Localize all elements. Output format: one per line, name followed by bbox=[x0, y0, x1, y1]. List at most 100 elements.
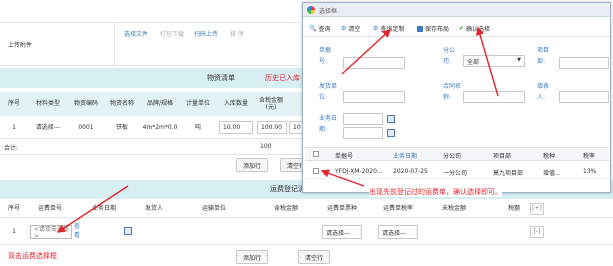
shipper-label: 发货单位: bbox=[319, 83, 338, 101]
bizdate-end-input[interactable] bbox=[343, 127, 383, 139]
row-bizdate: 2020-07-25 bbox=[393, 168, 428, 175]
freight-clear-rows-button[interactable]: 清空行 bbox=[298, 250, 330, 264]
freight-col-carrier: 运输单位 bbox=[201, 205, 226, 213]
total-label: 合计: bbox=[4, 145, 19, 152]
grid-col-bill-no: 单据号 bbox=[335, 153, 354, 160]
tax-rate-select[interactable]: 请选择--- bbox=[378, 225, 418, 239]
choose-file-link[interactable]: 选择文件 bbox=[124, 29, 148, 38]
row-project: 莫九项目部 bbox=[493, 170, 524, 177]
row-tax-rate: 13% bbox=[583, 168, 597, 175]
view-link[interactable]: 查看 bbox=[74, 222, 80, 240]
material-row-index: 1 bbox=[12, 124, 16, 132]
bill-no-input[interactable] bbox=[343, 57, 405, 69]
bizdate-label: 业务日期: bbox=[319, 115, 338, 133]
filler-label: 填表人: bbox=[537, 83, 550, 101]
grid-col-tax-type: 税种 bbox=[543, 153, 556, 160]
project-input[interactable] bbox=[559, 57, 609, 69]
col-header-brand-spec: 品牌/规格 bbox=[146, 100, 174, 108]
freight-col-tax: 税额 bbox=[507, 205, 520, 213]
search-icon: 🔍 bbox=[309, 25, 317, 32]
calendar-icon[interactable] bbox=[387, 129, 395, 137]
material-name-cell: 铁板 bbox=[115, 124, 128, 132]
contract-label: 合同名称: bbox=[443, 83, 462, 101]
ticket-type-select[interactable]: 请选择--- bbox=[322, 225, 362, 239]
pack-download-link[interactable]: 打包下载 bbox=[160, 29, 184, 38]
sort-link[interactable]: 排 序 bbox=[230, 29, 244, 38]
bill-no-label: 单据号: bbox=[319, 47, 332, 65]
amount-input[interactable]: 100.00 bbox=[257, 121, 287, 134]
freight-row-index: 1 bbox=[12, 228, 16, 236]
clear-button[interactable]: ⚙ 清空 bbox=[341, 24, 360, 33]
material-type-select[interactable]: 请选择--- bbox=[28, 120, 68, 136]
col-header-material-name: 物资名称 bbox=[109, 100, 134, 108]
freight-bill-selector[interactable]: <请双击选择> bbox=[30, 225, 72, 240]
freight-col-untaxed: 未税金额 bbox=[441, 205, 466, 213]
freight-add-column-button[interactable]: [+] bbox=[530, 203, 544, 215]
save-layout-button[interactable]: 保存布局 bbox=[417, 24, 449, 33]
select-dialog: 选择框 🔍 查询 ⚙ 清空 ⚙ 查询定制 保存布局 ✔ 确认选择 单据号: 分公… bbox=[302, 2, 611, 197]
divider bbox=[0, 138, 310, 139]
divider bbox=[0, 244, 613, 245]
row-tax-type: 增值... bbox=[543, 170, 561, 177]
calendar-icon[interactable] bbox=[124, 227, 132, 235]
col-header-unit: 计量单位 bbox=[185, 100, 210, 108]
freight-col-shipper: 发货人 bbox=[144, 205, 163, 213]
material-add-row-button[interactable]: 添加行 bbox=[236, 158, 268, 172]
freight-col-index: 序号 bbox=[7, 205, 20, 213]
double-click-annotation: 双击运费选择框 bbox=[8, 252, 57, 260]
material-section-title: 物资清单 bbox=[207, 74, 235, 82]
company-label: 分公司: bbox=[443, 47, 456, 65]
material-section-header bbox=[0, 68, 310, 88]
dialog-hint-annotation: 出现先前登记过的运费单，确认选择即可。 bbox=[369, 187, 502, 197]
contract-input[interactable] bbox=[463, 91, 525, 103]
bizdate-start-input[interactable] bbox=[343, 113, 383, 125]
query-button-label: 查询 bbox=[318, 26, 331, 33]
company-select-value: 全部 bbox=[467, 58, 480, 66]
select-all-checkbox[interactable] bbox=[313, 151, 319, 157]
dialog-titlebar[interactable]: 选择框 bbox=[303, 3, 610, 17]
grid-col-company: 分公司 bbox=[443, 153, 462, 160]
freight-remove-row-button[interactable]: [-] bbox=[530, 226, 544, 238]
confirm-select-button[interactable]: ✔ 确认选择 bbox=[459, 24, 490, 33]
dialog-title: 选择框 bbox=[319, 8, 338, 15]
col-header-material-code: 物资编码 bbox=[73, 100, 98, 108]
gear-icon: ⚙ bbox=[341, 25, 347, 32]
check-icon: ✔ bbox=[459, 25, 465, 32]
freight-add-row-button[interactable]: 添加行 bbox=[236, 250, 268, 264]
clear-button-label: 清空 bbox=[348, 26, 361, 33]
freight-col-tax-rate: 运费单税率 bbox=[382, 205, 413, 213]
grid-col-tax-rate: 税率 bbox=[583, 153, 596, 160]
divider bbox=[0, 154, 310, 155]
freight-col-ticket-type: 运费单票种 bbox=[326, 205, 357, 213]
history-annotation: 历史已入库 bbox=[265, 74, 300, 82]
freight-col-bizdate: 业务日期 bbox=[91, 205, 116, 213]
freight-col-amount: 含税金额 bbox=[273, 205, 298, 213]
unit-cell: 吨 bbox=[194, 124, 201, 132]
divider bbox=[0, 22, 300, 23]
scan-upload-link[interactable]: 扫码上传 bbox=[194, 29, 218, 38]
row-company: 一分公司 bbox=[443, 170, 468, 177]
custom-query-button-label: 查询定制 bbox=[380, 26, 405, 33]
divider bbox=[114, 22, 115, 66]
calendar-icon[interactable] bbox=[387, 115, 395, 123]
col-header-index: 序号 bbox=[7, 100, 20, 108]
grid-col-project: 项目部 bbox=[493, 153, 512, 160]
save-icon bbox=[417, 25, 423, 32]
custom-query-button[interactable]: ⚙ 查询定制 bbox=[373, 24, 404, 33]
gear-icon: ⚙ bbox=[373, 25, 379, 32]
grid-col-bizdate[interactable]: 业务日期 bbox=[393, 151, 417, 160]
extra-input[interactable]: 10 bbox=[289, 121, 303, 134]
confirm-select-button-label: 确认选择 bbox=[466, 26, 491, 33]
shipper-input[interactable] bbox=[343, 91, 405, 103]
attachments-row: 上传附件 选择文件 打包下载 扫码上传 排 序 bbox=[0, 22, 300, 66]
col-header-quantity: 入库数量 bbox=[223, 100, 248, 108]
company-select[interactable]: 全部 ▼ bbox=[463, 55, 525, 67]
chevron-down-icon: ▼ bbox=[517, 57, 521, 63]
row-checkbox[interactable] bbox=[313, 168, 319, 174]
project-label: 项目部: bbox=[537, 47, 550, 65]
filler-input[interactable] bbox=[559, 91, 609, 103]
quantity-input[interactable]: 10.00 bbox=[219, 121, 253, 134]
query-button[interactable]: 🔍 查询 bbox=[309, 24, 331, 33]
col-header-material-type: 材料类型 bbox=[35, 100, 60, 108]
app-logo-icon bbox=[307, 6, 315, 14]
